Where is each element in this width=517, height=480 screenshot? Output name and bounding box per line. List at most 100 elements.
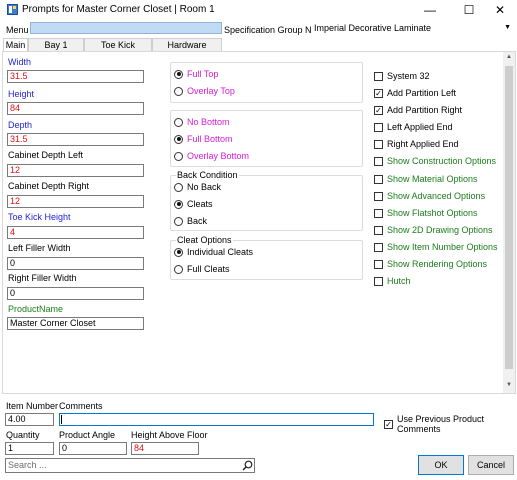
- radio-label: No Back: [187, 182, 222, 192]
- left-filler-width-input[interactable]: 0: [7, 257, 144, 270]
- radio-full-top[interactable]: Full Top: [174, 69, 218, 79]
- right-filler-width-label: Right Filler Width: [8, 273, 77, 283]
- radio-overlay-top[interactable]: Overlay Top: [174, 86, 235, 96]
- product-angle-input[interactable]: 0: [59, 442, 127, 455]
- radio-indicator: [174, 117, 183, 127]
- radio-individual-cleats[interactable]: Individual Cleats: [174, 247, 253, 257]
- checkbox-indicator: [374, 174, 383, 184]
- minimize-button[interactable]: —: [413, 0, 447, 20]
- checkbox-show-rendering-options[interactable]: Show Rendering Options: [374, 259, 487, 269]
- height-input[interactable]: 84: [7, 102, 144, 115]
- checkbox-show-advanced-options[interactable]: Show Advanced Options: [374, 191, 485, 201]
- toe-kick-height-label: Toe Kick Height: [8, 212, 71, 222]
- radio-label: Overlay Top: [187, 86, 235, 96]
- checkbox-label: Show Material Options: [387, 174, 478, 184]
- checkbox-label: Right Applied End: [387, 139, 459, 149]
- checkbox-system-32[interactable]: System 32: [374, 71, 430, 81]
- toe-kick-height-input[interactable]: 4: [7, 226, 144, 239]
- cabinet-depth-right-input[interactable]: 12: [7, 195, 144, 208]
- product-angle-label: Product Angle: [59, 430, 116, 440]
- checkbox-right-applied-end[interactable]: Right Applied End: [374, 139, 459, 149]
- back-condition-title: Back Condition: [176, 170, 239, 180]
- checkbox-show-material-options[interactable]: Show Material Options: [374, 174, 478, 184]
- chevron-down-icon: ▼: [504, 24, 511, 31]
- scroll-up-icon[interactable]: ▲: [503, 54, 515, 60]
- radio-indicator: [174, 216, 183, 226]
- width-label: Width: [8, 57, 32, 67]
- cabinet-depth-left-label: Cabinet Depth Left: [8, 150, 84, 160]
- checkbox-label: Show Construction Options: [387, 156, 497, 166]
- tab-hardware-options[interactable]: Hardware Options: [152, 38, 222, 62]
- search-icon[interactable]: [242, 460, 253, 471]
- radio-indicator: [174, 199, 183, 209]
- checkbox-label: Hutch: [387, 276, 411, 286]
- right-filler-width-input[interactable]: 0: [7, 287, 144, 300]
- use-previous-comments-checkbox[interactable]: ✓ Use Previous Product Comments: [384, 414, 517, 434]
- cabinet-depth-left-input[interactable]: 12: [7, 164, 144, 177]
- spec-group-select[interactable]: Imperial Decorative Laminate ▼: [311, 22, 514, 35]
- depth-input[interactable]: 31.5: [7, 133, 144, 146]
- checkbox-show-construction-options[interactable]: Show Construction Options: [374, 156, 496, 166]
- close-button[interactable]: ✕: [483, 0, 517, 20]
- checkbox-left-applied-end[interactable]: Left Applied End: [374, 122, 453, 132]
- menu-label: Menu: [6, 25, 29, 35]
- checkbox-label: Add Partition Left: [387, 88, 457, 98]
- comments-input[interactable]: [59, 413, 374, 426]
- checkbox-show-2d-drawing-options[interactable]: Show 2D Drawing Options: [374, 225, 493, 235]
- cabinet-depth-right-label: Cabinet Depth Right: [8, 181, 90, 191]
- checkbox-add-partition-right[interactable]: ✓ Add Partition Right: [374, 105, 462, 115]
- radio-label: Overlay Bottom: [187, 151, 250, 161]
- width-input[interactable]: 31.5: [7, 70, 144, 83]
- comments-label: Comments: [59, 401, 103, 411]
- radio-indicator: [174, 247, 183, 257]
- checkbox-indicator: [374, 139, 383, 149]
- checkbox-label: Left Applied End: [387, 122, 453, 132]
- height-above-floor-label: Height Above Floor: [131, 430, 208, 440]
- checkbox-indicator: [374, 191, 383, 201]
- scroll-down-icon[interactable]: ▼: [503, 382, 515, 388]
- quantity-input[interactable]: 1: [5, 442, 54, 455]
- depth-label: Depth: [8, 120, 33, 130]
- radio-overlay-bottom[interactable]: Overlay Bottom: [174, 151, 249, 161]
- text-cursor: [61, 415, 62, 424]
- checkbox-hutch[interactable]: Hutch: [374, 276, 411, 286]
- product-name-label: ProductName: [8, 304, 64, 314]
- minimize-icon: —: [424, 3, 436, 17]
- checkbox-indicator: [374, 242, 383, 252]
- menu-bar[interactable]: [30, 22, 222, 34]
- ok-button[interactable]: OK: [418, 455, 464, 475]
- radio-label: Cleats: [187, 199, 213, 209]
- radio-label: Individual Cleats: [187, 247, 254, 257]
- radio-full-cleats[interactable]: Full Cleats: [174, 264, 230, 274]
- radio-label: Full Cleats: [187, 264, 230, 274]
- radio-no-back[interactable]: No Back: [174, 182, 221, 192]
- product-name-input[interactable]: Master Corner Closet: [7, 317, 144, 330]
- quantity-label: Quantity: [6, 430, 40, 440]
- checkbox-label: System 32: [387, 71, 430, 81]
- checkbox-show-flatshot-options[interactable]: Show Flatshot Options: [374, 208, 478, 218]
- scroll-thumb[interactable]: [505, 66, 513, 369]
- tab-main[interactable]: Main: [3, 38, 28, 52]
- radio-back[interactable]: Back: [174, 216, 207, 226]
- left-filler-width-label: Left Filler Width: [8, 243, 71, 253]
- search-placeholder: Search ...: [8, 460, 47, 470]
- item-number-input[interactable]: 4.00: [5, 413, 54, 426]
- checkbox-show-item-number-options[interactable]: Show Item Number Options: [374, 242, 498, 252]
- radio-indicator: [174, 264, 183, 274]
- search-input[interactable]: Search ...: [5, 458, 255, 473]
- tab-bay-1-options[interactable]: Bay 1 Options: [28, 38, 84, 62]
- radio-label: Back: [187, 216, 208, 226]
- cancel-button[interactable]: Cancel: [468, 455, 514, 475]
- checkbox-indicator: [374, 122, 383, 132]
- checkbox-label: Show Flatshot Options: [387, 208, 478, 218]
- radio-full-bottom[interactable]: Full Bottom: [174, 134, 233, 144]
- check-icon: ✓: [374, 88, 383, 98]
- radio-no-bottom[interactable]: No Bottom: [174, 117, 230, 127]
- checkbox-add-partition-left[interactable]: ✓ Add Partition Left: [374, 88, 456, 98]
- maximize-icon: ☐: [463, 3, 475, 17]
- maximize-button[interactable]: ☐: [452, 0, 486, 20]
- height-above-floor-input[interactable]: 84: [131, 442, 199, 455]
- cleat-options-group: [170, 240, 363, 280]
- tab-toe-kick-options[interactable]: Toe Kick Options: [84, 38, 152, 62]
- radio-cleats[interactable]: Cleats: [174, 199, 213, 209]
